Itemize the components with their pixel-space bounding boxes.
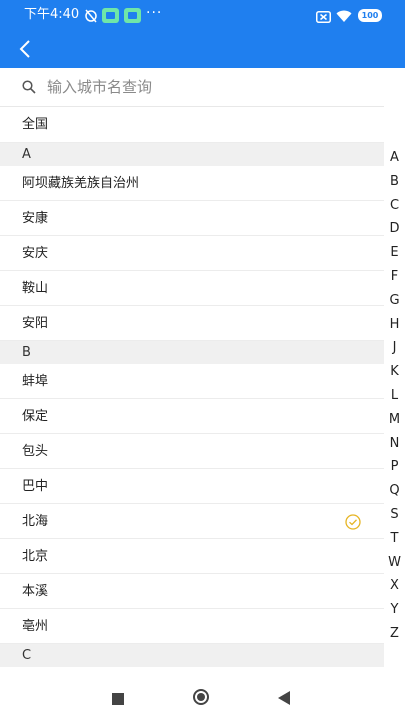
sim-icon xyxy=(316,11,331,23)
city-name: 北京 xyxy=(22,549,49,564)
index-letter[interactable]: A xyxy=(384,146,405,170)
section-header-c: C xyxy=(0,644,384,667)
city-item[interactable]: 保定 xyxy=(0,399,384,434)
index-letter[interactable]: S xyxy=(384,503,405,527)
alarm-off-icon xyxy=(85,9,97,23)
city-name: 蚌埠 xyxy=(22,374,49,389)
top-nav-bar xyxy=(0,30,405,68)
city-item[interactable]: 安庆 xyxy=(0,236,384,271)
index-letter[interactable]: G xyxy=(384,289,405,313)
alphabet-index[interactable]: A B C D E F G H J K L M N P Q S T W X Y … xyxy=(384,146,405,646)
section-letter: B xyxy=(22,345,31,360)
index-letter[interactable]: N xyxy=(384,432,405,456)
city-item[interactable]: 蚌埠 xyxy=(0,364,384,399)
city-item[interactable]: 安阳 xyxy=(0,306,384,341)
section-header-b: B xyxy=(0,341,384,364)
city-name: 亳州 xyxy=(22,619,49,634)
system-back-button[interactable] xyxy=(278,691,290,705)
index-letter[interactable]: D xyxy=(384,217,405,241)
city-name: 全国 xyxy=(22,117,49,132)
city-name: 安庆 xyxy=(22,246,49,261)
index-letter[interactable]: K xyxy=(384,360,405,384)
city-name: 包头 xyxy=(22,444,49,459)
section-header-a: A xyxy=(0,143,384,166)
more-notifications-icon: ··· xyxy=(146,5,163,21)
app-notification-icon xyxy=(102,8,119,23)
back-arrow-icon xyxy=(19,40,30,58)
index-letter[interactable]: M xyxy=(384,408,405,432)
city-item-selected[interactable]: 北海 xyxy=(0,504,384,539)
app-notification-icon xyxy=(124,8,141,23)
index-letter[interactable]: H xyxy=(384,313,405,337)
index-letter[interactable]: W xyxy=(384,551,405,575)
city-name: 阿坝藏族羌族自治州 xyxy=(22,176,140,191)
city-name: 本溪 xyxy=(22,584,49,599)
index-letter[interactable]: J xyxy=(384,336,405,360)
city-name: 巴中 xyxy=(22,479,49,494)
search-icon xyxy=(22,80,36,94)
section-letter: A xyxy=(22,147,31,162)
index-letter[interactable]: Q xyxy=(384,479,405,503)
city-item[interactable]: 安康 xyxy=(0,201,384,236)
search-bar xyxy=(0,68,384,107)
index-letter[interactable]: X xyxy=(384,574,405,598)
index-letter[interactable]: P xyxy=(384,455,405,479)
city-item[interactable]: 巴中 xyxy=(0,469,384,504)
city-item[interactable]: 亳州 xyxy=(0,609,384,644)
status-bar: 下午4:40 ··· 100 xyxy=(0,0,405,30)
status-time: 下午4:40 xyxy=(24,7,80,22)
city-item[interactable]: 北京 xyxy=(0,539,384,574)
index-letter[interactable]: B xyxy=(384,170,405,194)
index-letter[interactable]: Y xyxy=(384,598,405,622)
selected-check-icon xyxy=(345,514,361,530)
wifi-icon xyxy=(336,10,352,22)
city-item[interactable]: 鞍山 xyxy=(0,271,384,306)
city-item[interactable]: 阿坝藏族羌族自治州 xyxy=(0,166,384,201)
system-nav-bar xyxy=(0,674,405,720)
home-dot-icon xyxy=(197,693,205,701)
index-letter[interactable]: L xyxy=(384,384,405,408)
city-item[interactable]: 本溪 xyxy=(0,574,384,609)
city-list: 全国 A 阿坝藏族羌族自治州 安康 安庆 鞍山 安阳 B 蚌埠 保定 包头 巴中… xyxy=(0,106,384,667)
back-button[interactable] xyxy=(12,34,42,64)
index-letter[interactable]: T xyxy=(384,527,405,551)
city-name: 鞍山 xyxy=(22,281,49,296)
city-name: 保定 xyxy=(22,409,49,424)
city-name: 安阳 xyxy=(22,316,49,331)
index-letter[interactable]: E xyxy=(384,241,405,265)
home-button[interactable] xyxy=(193,689,209,705)
city-item-all[interactable]: 全国 xyxy=(0,106,384,143)
city-search-input[interactable] xyxy=(47,74,367,100)
city-item[interactable]: 包头 xyxy=(0,434,384,469)
city-name: 安康 xyxy=(22,211,49,226)
index-letter[interactable]: Z xyxy=(384,622,405,646)
index-letter[interactable]: C xyxy=(384,194,405,218)
battery-icon: 100 xyxy=(358,9,382,22)
index-letter[interactable]: F xyxy=(384,265,405,289)
section-letter: C xyxy=(22,648,32,663)
recent-apps-button[interactable] xyxy=(112,693,124,705)
city-name: 北海 xyxy=(22,514,49,529)
